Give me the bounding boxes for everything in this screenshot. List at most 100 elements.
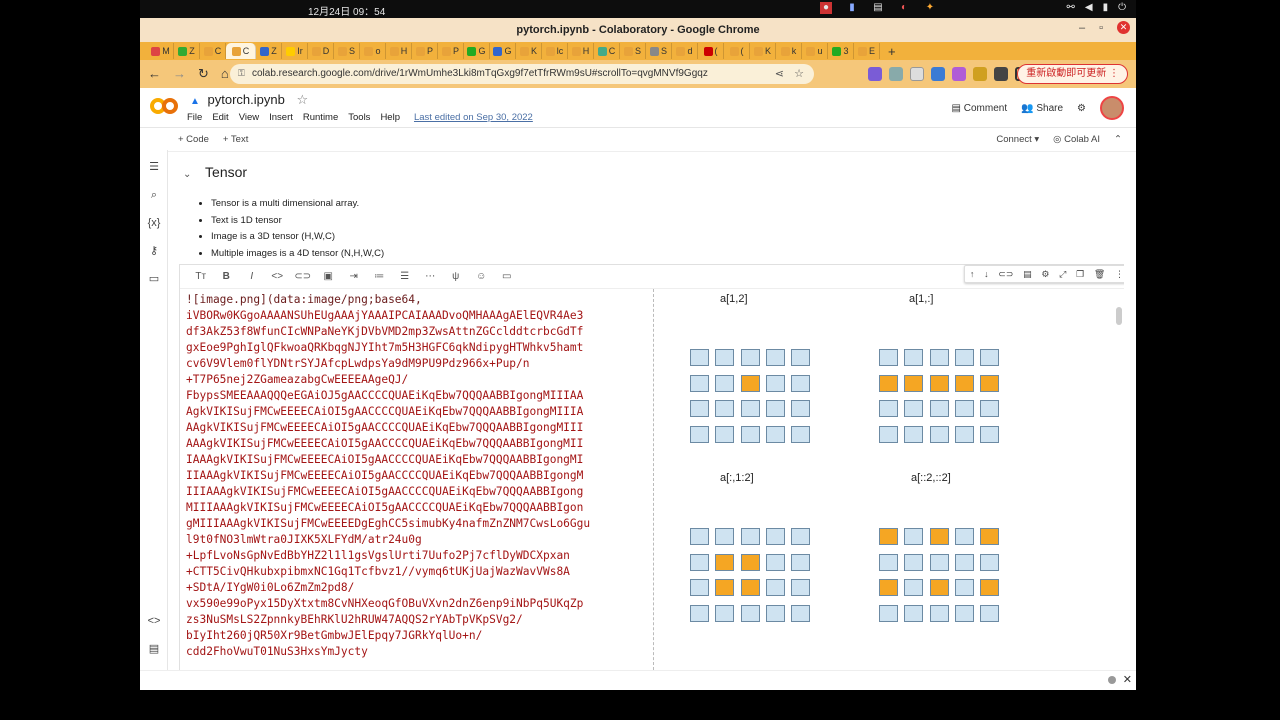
- forward-icon[interactable]: →: [173, 66, 186, 82]
- menu-view[interactable]: View: [239, 112, 259, 123]
- browser-tab[interactable]: o: [360, 43, 386, 59]
- menu-edit[interactable]: Edit: [212, 112, 228, 123]
- network-icon[interactable]: ⚯: [1066, 2, 1074, 13]
- close-window-button[interactable]: ✕: [1117, 21, 1130, 34]
- browser-tab[interactable]: S: [334, 43, 360, 59]
- preview-toggle-icon[interactable]: ▭: [494, 271, 520, 282]
- connect-button[interactable]: Connect ▾: [996, 134, 1039, 145]
- heading-icon[interactable]: Tт: [188, 271, 214, 282]
- copy-cell-icon[interactable]: ❐: [1076, 269, 1084, 280]
- secrets-key-icon[interactable]: ⚷: [147, 244, 161, 258]
- browser-tab[interactable]: u: [802, 43, 828, 59]
- variables-icon[interactable]: {x}: [147, 216, 161, 230]
- extension-icon[interactable]: [952, 67, 966, 81]
- volume-icon[interactable]: ◀: [1085, 2, 1093, 13]
- menu-file[interactable]: File: [187, 112, 202, 123]
- cell-settings-icon[interactable]: ⚙: [1041, 269, 1049, 280]
- link-icon[interactable]: ⊂⊃: [290, 271, 316, 282]
- share-button[interactable]: 👥 Share: [1021, 103, 1063, 114]
- collapse-section-icon[interactable]: ⌄: [183, 169, 191, 180]
- browser-tab[interactable]: K: [750, 43, 776, 59]
- browser-tab[interactable]: (: [698, 43, 724, 59]
- browser-tab[interactable]: H: [568, 43, 594, 59]
- site-info-icon[interactable]: ⚿: [238, 68, 245, 79]
- browser-tab[interactable]: S: [646, 43, 672, 59]
- move-up-icon[interactable]: ↑: [970, 269, 975, 279]
- add-code-button[interactable]: + Code: [178, 134, 209, 145]
- extension-icon[interactable]: [973, 67, 987, 81]
- menu-runtime[interactable]: Runtime: [303, 112, 338, 123]
- command-palette-icon[interactable]: ▤: [147, 642, 161, 656]
- collapse-header-icon[interactable]: ⌃: [1114, 134, 1122, 145]
- comment-cell-icon[interactable]: ▤: [1023, 269, 1032, 280]
- extension-icon[interactable]: [889, 67, 903, 81]
- menu-tools[interactable]: Tools: [348, 112, 370, 123]
- browser-tab[interactable]: S: [620, 43, 646, 59]
- last-edited-link[interactable]: Last edited on Sep 30, 2022: [414, 112, 533, 123]
- power-icon[interactable]: ⏻: [1118, 2, 1126, 13]
- extension-icon[interactable]: [931, 67, 945, 81]
- account-avatar[interactable]: [1100, 96, 1124, 120]
- browser-tab[interactable]: P: [438, 43, 464, 59]
- browser-tab[interactable]: Z: [174, 43, 200, 59]
- search-icon[interactable]: ⌕: [147, 188, 161, 202]
- indent-icon[interactable]: ⇥: [341, 271, 367, 282]
- comment-button[interactable]: ▤ Comment: [952, 103, 1008, 114]
- bold-icon[interactable]: B: [214, 271, 240, 282]
- reload-icon[interactable]: ↻: [198, 66, 209, 82]
- markdown-source[interactable]: ![image.png](data:image/png;base64, iVBOR…: [180, 289, 654, 674]
- browser-tab[interactable]: M: [148, 43, 174, 59]
- menu-insert[interactable]: Insert: [269, 112, 293, 123]
- horizontal-rule-icon[interactable]: ⋯: [418, 271, 444, 282]
- app-icon[interactable]: ◐: [898, 2, 910, 14]
- colab-ai-button[interactable]: ◎ Colab AI: [1053, 134, 1100, 145]
- mirror-cell-icon[interactable]: ⤢: [1059, 269, 1066, 280]
- browser-tab[interactable]: C: [594, 43, 620, 59]
- add-text-button[interactable]: + Text: [223, 134, 248, 145]
- bulleted-list-icon[interactable]: ☰: [392, 271, 418, 282]
- more-options-icon[interactable]: ⋮: [1115, 269, 1124, 280]
- close-status-icon[interactable]: ✕: [1123, 673, 1132, 686]
- browser-tab[interactable]: E: [854, 43, 880, 59]
- link-cell-icon[interactable]: ⊂⊃: [998, 269, 1013, 280]
- delete-cell-icon[interactable]: 🗑: [1094, 269, 1105, 280]
- browser-tab[interactable]: Z: [256, 43, 282, 59]
- app-icon[interactable]: ✦: [924, 2, 936, 14]
- browser-tab[interactable]: (: [724, 43, 750, 59]
- browser-tab[interactable]: k: [776, 43, 802, 59]
- browser-tab[interactable]: C: [200, 43, 226, 59]
- menu-help[interactable]: Help: [380, 112, 400, 123]
- code-snippets-icon[interactable]: <>: [147, 614, 161, 628]
- update-button[interactable]: 重新啟動即可更新 ⋮: [1017, 64, 1128, 84]
- extensions-puzzle-icon[interactable]: [994, 67, 1008, 81]
- scrollbar-thumb[interactable]: [1116, 307, 1122, 325]
- browser-tab[interactable]: G: [490, 43, 516, 59]
- browser-tab[interactable]: C: [226, 43, 256, 59]
- url-field[interactable]: ⚿ colab.research.google.com/drive/1rWmUm…: [230, 64, 814, 84]
- back-icon[interactable]: ←: [148, 66, 161, 82]
- italic-icon[interactable]: I: [239, 271, 265, 282]
- table-of-contents-icon[interactable]: ☰: [147, 160, 161, 174]
- browser-tab[interactable]: lc: [542, 43, 568, 59]
- battery-icon[interactable]: ▮: [1103, 2, 1109, 13]
- text-cell-editor[interactable]: Tт B I <> ⊂⊃ ▣ ⇥ ≔ ☰ ⋯ ψ ☺ ▭ ![image.png…: [179, 264, 1124, 674]
- share-page-icon[interactable]: ⋖: [775, 67, 784, 80]
- numbered-list-icon[interactable]: ≔: [367, 271, 393, 282]
- browser-tab[interactable]: D: [308, 43, 334, 59]
- code-icon[interactable]: <>: [265, 271, 291, 282]
- bookmark-star-icon[interactable]: ☆: [794, 67, 804, 80]
- app-icon[interactable]: ▮: [846, 2, 858, 14]
- browser-tab[interactable]: 3: [828, 43, 854, 59]
- files-folder-icon[interactable]: ▭: [147, 272, 161, 286]
- new-tab-button[interactable]: +: [888, 44, 896, 59]
- browser-tab[interactable]: P: [412, 43, 438, 59]
- recorder-icon[interactable]: ●: [820, 2, 832, 14]
- star-notebook-icon[interactable]: ☆: [296, 92, 308, 107]
- emoji-icon[interactable]: ☺: [469, 271, 495, 282]
- browser-tab[interactable]: K: [516, 43, 542, 59]
- move-down-icon[interactable]: ↓: [984, 269, 989, 279]
- settings-gear-icon[interactable]: ⚙: [1077, 103, 1086, 114]
- latex-psi-icon[interactable]: ψ: [443, 271, 469, 282]
- browser-tab[interactable]: d: [672, 43, 698, 59]
- maximize-button[interactable]: ▫: [1099, 22, 1103, 34]
